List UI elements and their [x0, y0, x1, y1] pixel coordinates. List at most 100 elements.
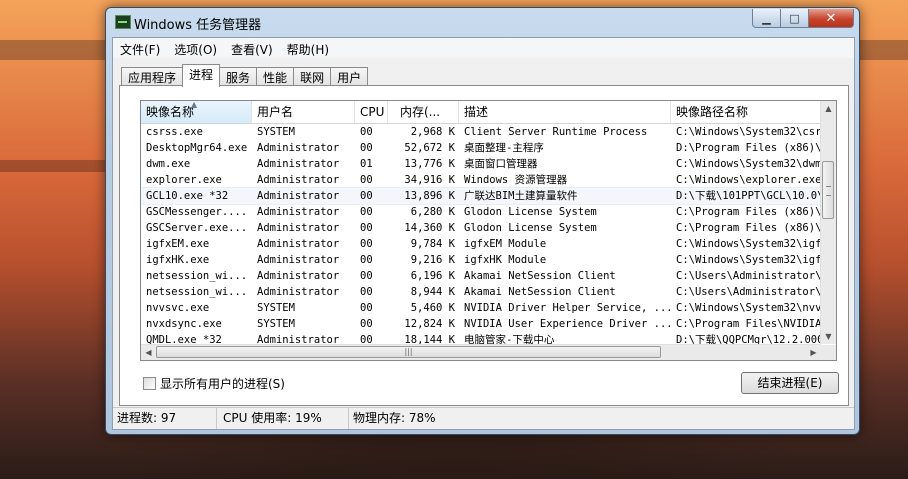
cell-user: Administrator — [257, 206, 340, 218]
cell-desc: 桌面整理-主程序 — [464, 142, 544, 154]
cell-mem: 13,896 K — [404, 190, 455, 202]
cell-cpu: 00 — [360, 254, 373, 266]
horizontal-scrollbar[interactable]: ◀ ||| ▶ — [141, 344, 821, 360]
horizontal-scroll-thumb[interactable]: ||| — [156, 346, 661, 358]
cell-desc: Windows 资源管理器 — [464, 174, 568, 186]
menu-view[interactable]: 查看(V) — [224, 38, 280, 58]
end-process-button[interactable]: 结束进程(E) — [741, 372, 839, 394]
cell-user: Administrator — [257, 158, 340, 170]
cell-path: C:\Windows\System32\igfx — [676, 254, 821, 266]
cell-name: netsession_wi... — [146, 286, 248, 298]
process-rows: csrss.exe SYSTEM 00 2,968 K Client Server Ru… — [141, 124, 822, 348]
cell-desc: 桌面窗口管理器 — [464, 158, 538, 170]
client-area: 文件(F) 选项(O) 查看(V) 帮助(H) 应用程序 进程 服务 性能 联网… — [112, 37, 855, 430]
cell-path: C:\Windows\System32\dwm. — [676, 158, 821, 170]
background-beam — [0, 160, 105, 172]
vertical-scrollbar[interactable]: ▲ ▼ — [820, 101, 836, 344]
scroll-up-icon[interactable]: ▲ — [821, 101, 836, 116]
column-header-memory[interactable]: 内存(... — [388, 101, 459, 123]
cell-name: csrss.exe — [146, 126, 203, 138]
cell-cpu: 00 — [360, 238, 373, 250]
tab-performance[interactable]: 性能 — [256, 67, 295, 86]
column-header-cpu[interactable]: CPU — [355, 101, 388, 123]
cell-name: netsession_wi... — [146, 270, 248, 282]
tab-applications[interactable]: 应用程序 — [121, 67, 184, 86]
tab-services[interactable]: 服务 — [219, 67, 258, 86]
tab-networking[interactable]: 联网 — [293, 67, 332, 86]
cell-mem: 52,672 K — [404, 142, 455, 154]
process-row[interactable]: GSCMessenger.... Administrator 00 6,280 K Gl… — [141, 204, 821, 220]
window-title: Windows 任务管理器 — [134, 18, 262, 33]
cell-cpu: 00 — [360, 206, 373, 218]
cell-user: Administrator — [257, 174, 340, 186]
cell-name: DesktopMgr64.exe — [146, 142, 248, 154]
menu-file[interactable]: 文件(F) — [113, 38, 167, 58]
scroll-right-icon[interactable]: ▶ — [806, 345, 821, 360]
tab-processes[interactable]: 进程 — [182, 64, 221, 87]
menu-help[interactable]: 帮助(H) — [280, 38, 336, 58]
show-all-users-label: 显示所有用户的进程(S) — [160, 377, 285, 391]
cell-desc: Client Server Runtime Process — [464, 126, 648, 138]
status-process-count: 进程数: 97 — [113, 408, 217, 429]
show-all-users-checkbox[interactable] — [143, 377, 156, 390]
cell-mem: 14,360 K — [404, 222, 455, 234]
show-all-users-option[interactable]: 显示所有用户的进程(S) — [143, 375, 285, 392]
cell-cpu: 00 — [360, 174, 373, 186]
cell-name: nvxdsync.exe — [146, 318, 222, 330]
cell-path: D:\下载\101PPT\GCL\10.0\ — [676, 190, 821, 202]
process-row[interactable]: GSCServer.exe... Administrator 00 14,360 K G… — [141, 220, 821, 236]
cell-mem: 13,776 K — [404, 158, 455, 170]
tab-users[interactable]: 用户 — [330, 67, 369, 86]
cell-cpu: 00 — [360, 318, 373, 330]
cell-cpu: 00 — [360, 222, 373, 234]
process-list: ▲ 映像名称 用户名 CPU 内存(... 描述 映像路径名称 csrss.ex… — [140, 100, 837, 361]
status-cpu-usage: CPU 使用率: 19% — [217, 408, 349, 429]
column-header-description[interactable]: 描述 — [459, 101, 671, 123]
scroll-down-icon[interactable]: ▼ — [821, 329, 836, 344]
cell-user: Administrator — [257, 286, 340, 298]
cell-cpu: 00 — [360, 286, 373, 298]
close-button[interactable]: ✕ — [808, 9, 854, 28]
cell-desc: Akamai NetSession Client — [464, 270, 616, 282]
column-header-image-name[interactable]: ▲ 映像名称 — [141, 101, 252, 123]
cell-desc: 广联达BIM土建算量软件 — [464, 190, 578, 202]
process-row[interactable]: DesktopMgr64.exe Administrator 00 52,672 K 桌… — [141, 140, 821, 156]
cell-cpu: 00 — [360, 302, 373, 314]
process-row[interactable]: nvvsvc.exe SYSTEM 00 5,460 K NVIDIA Driver H… — [141, 300, 821, 316]
process-row[interactable]: GCL10.exe *32 Administrator 00 13,896 K 广联达B… — [141, 187, 822, 205]
cell-path: C:\Program Files\NVIDIA — [676, 318, 821, 330]
process-row[interactable]: explorer.exe Administrator 00 34,916 K Windo… — [141, 172, 821, 188]
tab-strip: 应用程序 进程 服务 性能 联网 用户 — [121, 64, 369, 87]
column-header-user-name[interactable]: 用户名 — [252, 101, 355, 123]
list-header: ▲ 映像名称 用户名 CPU 内存(... 描述 映像路径名称 — [141, 101, 821, 124]
task-manager-window: Windows 任务管理器 ▁ □ ✕ 文件(F) 选项(O) 查看(V) 帮助… — [105, 7, 860, 435]
background-beam — [858, 40, 908, 60]
process-row[interactable]: dwm.exe Administrator 01 13,776 K 桌面窗口管理器 C:\… — [141, 156, 821, 172]
process-row[interactable]: csrss.exe SYSTEM 00 2,968 K Client Server Ru… — [141, 124, 821, 140]
scroll-left-icon[interactable]: ◀ — [141, 345, 156, 360]
menu-options[interactable]: 选项(O) — [167, 38, 224, 58]
cell-path: C:\Windows\System32\nvvs — [676, 302, 821, 314]
cell-path: C:\Users\Administrator\A — [676, 286, 821, 298]
vertical-scroll-thumb[interactable] — [822, 161, 834, 219]
cell-name: GSCServer.exe... — [146, 222, 248, 234]
process-row[interactable]: nvxdsync.exe SYSTEM 00 12,824 K NVIDIA User … — [141, 316, 821, 332]
cell-desc: NVIDIA Driver Helper Service, ... — [464, 302, 671, 314]
cell-name: nvvsvc.exe — [146, 302, 210, 314]
cell-path: C:\Windows\explorer.exe — [676, 174, 821, 186]
maximize-button[interactable]: □ — [780, 9, 809, 28]
cell-path: C:\Windows\System32\csrss — [676, 126, 821, 138]
process-row[interactable]: igfxEM.exe Administrator 00 9,784 K igfxEM M… — [141, 236, 821, 252]
column-header-image-path[interactable]: 映像路径名称 — [671, 101, 821, 123]
cell-cpu: 00 — [360, 270, 373, 282]
title-bar[interactable]: Windows 任务管理器 ▁ □ ✕ — [106, 8, 859, 36]
cell-path: C:\Users\Administrator\A — [676, 270, 821, 282]
process-row[interactable]: igfxHK.exe Administrator 00 9,216 K igfxHK M… — [141, 252, 821, 268]
process-row[interactable]: netsession_wi... Administrator 00 6,196 K Ak… — [141, 268, 821, 284]
minimize-button[interactable]: ▁ — [752, 9, 781, 28]
process-row[interactable]: netsession_wi... Administrator 00 8,944 K Ak… — [141, 284, 821, 300]
cell-mem: 6,280 K — [410, 206, 455, 218]
cell-mem: 9,216 K — [410, 254, 455, 266]
cell-path: D:\Program Files (x86)\T — [676, 142, 821, 154]
cell-desc: Akamai NetSession Client — [464, 286, 616, 298]
